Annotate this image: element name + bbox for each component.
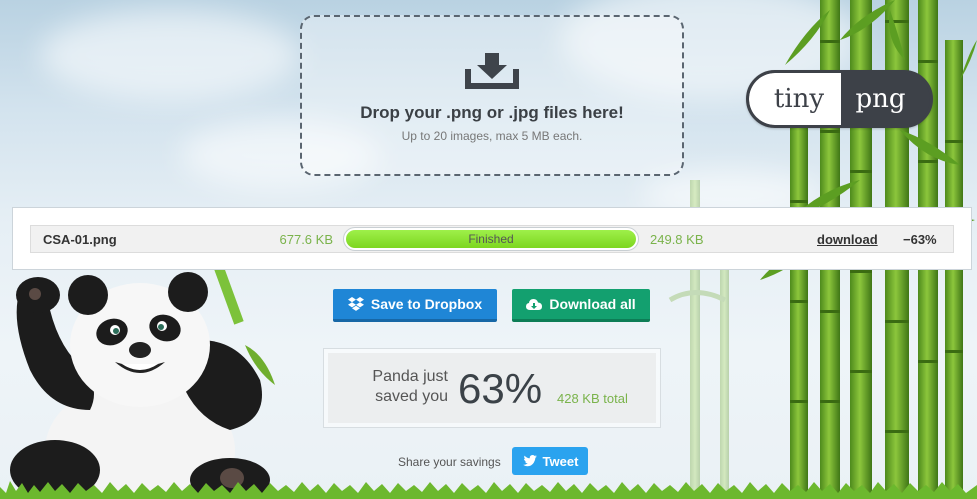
download-tray-icon — [465, 53, 519, 89]
download-all-button[interactable]: Download all — [512, 289, 650, 322]
savings-summary: Panda just saved you 63% 428 KB total — [323, 348, 661, 428]
progress-status: Finished — [468, 232, 514, 246]
cloud-download-icon — [526, 298, 543, 310]
save-to-dropbox-label: Save to Dropbox — [370, 296, 483, 312]
download-all-label: Download all — [549, 296, 636, 312]
savings-percent: 63% — [458, 365, 543, 412]
reduction-percent: −63% — [903, 232, 937, 247]
savings-label: Panda just saved you — [372, 368, 448, 405]
original-size: 677.6 KB — [279, 232, 334, 247]
logo-png-text: png — [855, 84, 906, 114]
tinypng-logo[interactable]: tiny png — [746, 70, 933, 128]
panda-mascot — [10, 255, 275, 499]
share-label: Share your savings — [398, 455, 501, 469]
compressed-size: 249.8 KB — [650, 232, 704, 247]
dropbox-icon — [347, 297, 364, 311]
results-panel: CSA-01.png 677.6 KB Finished 249.8 KB do… — [12, 207, 972, 270]
tweet-button[interactable]: Tweet — [512, 447, 588, 475]
drop-zone-title: Drop your .png or .jpg files here! — [360, 103, 624, 122]
grass-decoration — [0, 481, 977, 499]
progress-bar: Finished — [343, 227, 639, 251]
file-name: CSA-01.png — [43, 232, 117, 247]
drop-zone-subtitle: Up to 20 images, max 5 MB each. — [401, 129, 583, 143]
tweet-label: Tweet — [542, 453, 579, 469]
file-row: CSA-01.png 677.6 KB Finished 249.8 KB do… — [30, 225, 954, 253]
savings-total: 428 KB total — [557, 391, 628, 406]
twitter-bird-icon — [522, 455, 537, 467]
file-drop-zone[interactable]: Drop your .png or .jpg files here! Up to… — [300, 15, 684, 176]
logo-tiny-text: tiny — [749, 73, 841, 125]
progress-fill: Finished — [346, 230, 636, 248]
cloud — [40, 10, 300, 100]
save-to-dropbox-button[interactable]: Save to Dropbox — [333, 289, 497, 322]
download-link[interactable]: download — [817, 232, 878, 247]
